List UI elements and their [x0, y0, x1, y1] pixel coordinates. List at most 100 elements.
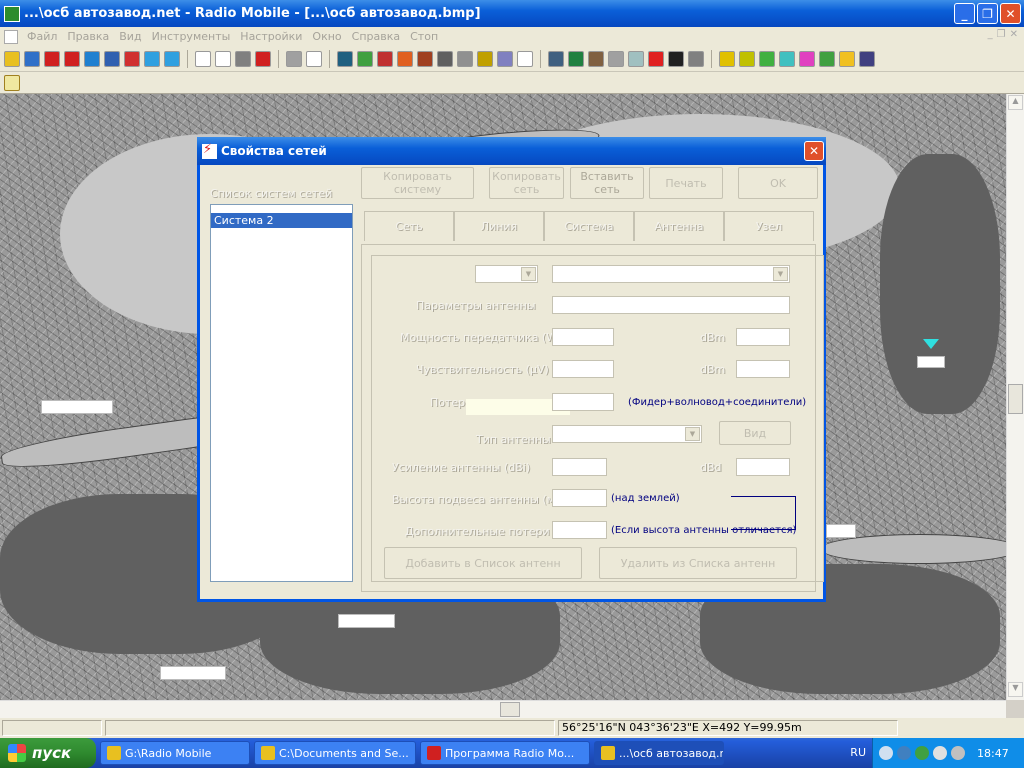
- taskbar-task[interactable]: Программа Radio Mo...: [420, 741, 590, 765]
- remove-from-antenna-list-button[interactable]: Удалить из Списка антенн: [599, 547, 797, 579]
- taskbar-task[interactable]: C:\Documents and Se...: [254, 741, 416, 765]
- transmit-power-dbm-input[interactable]: [736, 328, 790, 346]
- panel-icon[interactable]: [477, 50, 493, 67]
- network-icon[interactable]: [44, 50, 60, 67]
- antenna-type-combo[interactable]: ▼: [552, 425, 702, 443]
- volume-icon[interactable]: [951, 746, 965, 760]
- dialog-close-button[interactable]: ✕: [804, 141, 824, 161]
- main-titlebar[interactable]: ...\осб автозавод.net - Radio Mobile - […: [0, 0, 1024, 27]
- menu-stop[interactable]: Стоп: [405, 30, 443, 43]
- update-tray-icon[interactable]: [915, 746, 929, 760]
- zoom-icon[interactable]: [124, 50, 140, 67]
- systems-list[interactable]: Система 2: [210, 204, 353, 582]
- terrain-icon[interactable]: [588, 50, 604, 67]
- antenna-icon[interactable]: [64, 50, 80, 67]
- black-x-icon[interactable]: [668, 50, 684, 67]
- printer-icon[interactable]: [235, 50, 251, 67]
- cross-grid-icon[interactable]: [608, 50, 624, 67]
- print-icon[interactable]: [104, 50, 120, 67]
- dialog-titlebar[interactable]: Свойства сетей ✕: [197, 137, 826, 165]
- chevron-down-icon[interactable]: ▼: [521, 267, 536, 281]
- map-icon[interactable]: [337, 50, 353, 67]
- receiver-threshold-input[interactable]: [552, 360, 614, 378]
- bars-icon[interactable]: [437, 50, 453, 67]
- antenna-gain-input[interactable]: [552, 458, 607, 476]
- antenna-red-icon[interactable]: [255, 50, 271, 67]
- additional-loss-input[interactable]: [552, 521, 607, 539]
- print-button[interactable]: Печать: [649, 167, 723, 199]
- menu-file[interactable]: Файл: [22, 30, 62, 43]
- paste-network-button[interactable]: Вставить сеть: [570, 167, 644, 199]
- world-icon[interactable]: [84, 50, 100, 67]
- maximize-button[interactable]: ❐: [977, 3, 998, 24]
- tab-system[interactable]: Система: [544, 211, 634, 241]
- save-icon[interactable]: [24, 50, 40, 67]
- chevron-down-icon[interactable]: ▼: [685, 427, 700, 441]
- menu-view[interactable]: Вид: [114, 30, 146, 43]
- tab-line[interactable]: Линия: [454, 211, 544, 241]
- start-button[interactable]: пуск: [0, 738, 96, 768]
- map-label[interactable]: [160, 666, 226, 680]
- teal-icon[interactable]: [779, 50, 795, 67]
- list-item[interactable]: Система 2: [211, 213, 352, 228]
- book-icon[interactable]: [497, 50, 513, 67]
- language-indicator[interactable]: RU: [850, 746, 866, 759]
- transmit-power-input[interactable]: [552, 328, 614, 346]
- map-label[interactable]: [41, 400, 113, 414]
- circle-icon[interactable]: [719, 50, 735, 67]
- barcode-icon[interactable]: [859, 50, 875, 67]
- network-tray-icon[interactable]: [897, 746, 911, 760]
- blank-icon[interactable]: [195, 50, 211, 67]
- minimize-button[interactable]: _: [954, 3, 975, 24]
- scroll-down-icon[interactable]: ▼: [1008, 682, 1023, 697]
- map-label[interactable]: [826, 524, 856, 538]
- tab-antenna[interactable]: Антенна: [634, 211, 724, 241]
- arrow-right-icon[interactable]: [164, 50, 180, 67]
- dots-icon[interactable]: [688, 50, 704, 67]
- map-label[interactable]: [917, 356, 945, 368]
- tab-network[interactable]: Сеть: [364, 211, 454, 241]
- new-icon[interactable]: [306, 50, 322, 67]
- red-x-icon[interactable]: [648, 50, 664, 67]
- open-icon[interactable]: [4, 50, 20, 67]
- horizontal-scrollbar[interactable]: [0, 700, 1006, 718]
- grid-icon[interactable]: [457, 50, 473, 67]
- scroll-up-icon[interactable]: ▲: [1008, 95, 1023, 110]
- mountain-icon[interactable]: [568, 50, 584, 67]
- add-to-antenna-list-button[interactable]: Добавить в Список антенн: [384, 547, 582, 579]
- document-icon[interactable]: [4, 29, 18, 44]
- star-icon[interactable]: [839, 50, 855, 67]
- arrow-left-icon[interactable]: [144, 50, 160, 67]
- green-ball-icon[interactable]: [759, 50, 775, 67]
- mdi-minimize-button[interactable]: _: [988, 29, 993, 40]
- table-icon[interactable]: [548, 50, 564, 67]
- menu-settings[interactable]: Настройки: [235, 30, 307, 43]
- ruler-icon[interactable]: [4, 74, 20, 91]
- system-selector[interactable]: ▼: [475, 265, 538, 283]
- vertical-scroll-thumb[interactable]: [1008, 384, 1023, 414]
- map-label[interactable]: [338, 614, 395, 628]
- taskbar-task[interactable]: G:\Radio Mobile: [100, 741, 250, 765]
- menu-tools[interactable]: Инструменты: [147, 30, 236, 43]
- receiver-threshold-dbm-input[interactable]: [736, 360, 790, 378]
- antenna-height-input[interactable]: [552, 489, 607, 507]
- antenna-marker-icon[interactable]: [923, 339, 939, 349]
- view-antenna-button[interactable]: Вид: [719, 421, 791, 445]
- blank-icon[interactable]: [215, 50, 231, 67]
- pattern-icon[interactable]: [417, 50, 433, 67]
- target-icon[interactable]: [377, 50, 393, 67]
- menu-help[interactable]: Справка: [347, 30, 405, 43]
- tab-node[interactable]: Узел: [724, 211, 814, 241]
- close-button[interactable]: ✕: [1000, 3, 1021, 24]
- page-icon[interactable]: [517, 50, 533, 67]
- disk-icon[interactable]: [286, 50, 302, 67]
- mdi-restore-button[interactable]: ❐: [997, 29, 1006, 40]
- pie-icon[interactable]: [799, 50, 815, 67]
- back-icon[interactable]: [879, 746, 893, 760]
- menu-edit[interactable]: Правка: [62, 30, 114, 43]
- antenna-gain-dbd-input[interactable]: [736, 458, 790, 476]
- antenna-params-field[interactable]: [552, 296, 790, 314]
- horizontal-scroll-thumb[interactable]: [500, 702, 520, 717]
- copy-system-button[interactable]: Копировать систему: [361, 167, 474, 199]
- yellow-ball-icon[interactable]: [739, 50, 755, 67]
